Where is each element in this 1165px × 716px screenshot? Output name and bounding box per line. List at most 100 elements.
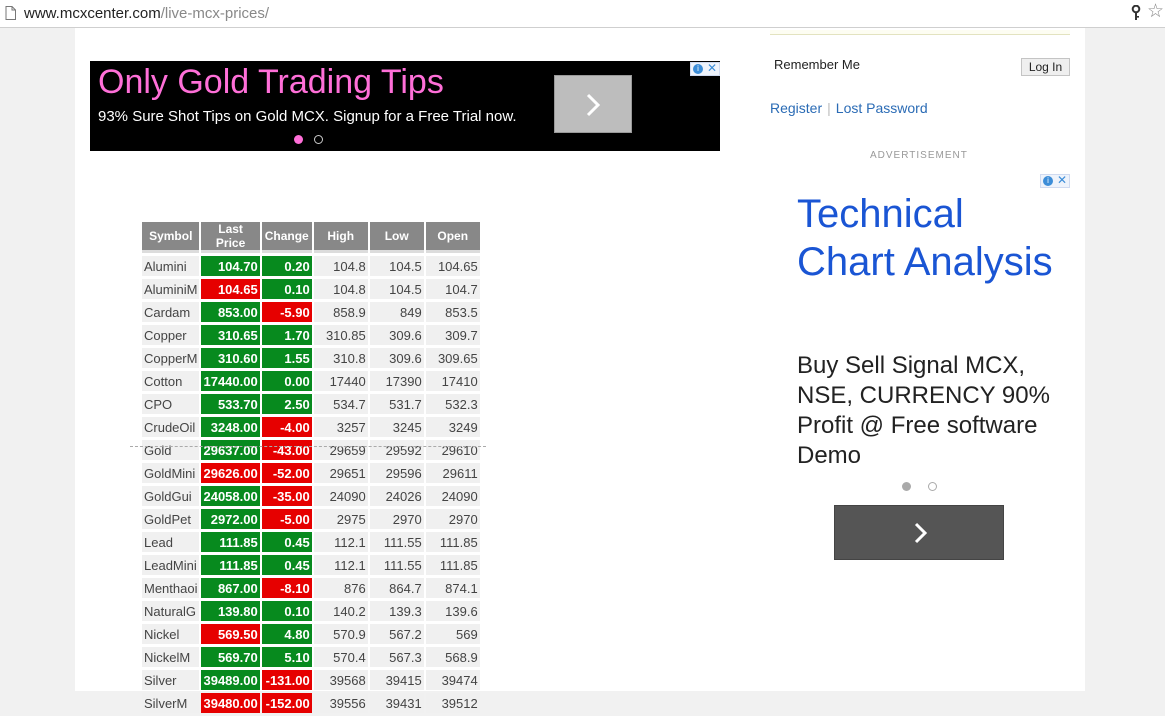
symbol-cell: CPO: [142, 394, 200, 414]
table-header-row: Symbol Last Price Change High Low Open: [142, 222, 480, 253]
open-cell: 111.85: [425, 532, 480, 552]
change-cell: -5.00: [261, 509, 312, 529]
lost-password-link[interactable]: Lost Password: [836, 100, 928, 116]
last-price-cell: 111.85: [201, 532, 260, 552]
table-row: GoldMini 29626.00 -52.00 29651 29596 29611: [142, 463, 480, 483]
high-cell: 570.4: [313, 647, 368, 667]
bookmark-star-icon[interactable]: ☆: [1147, 2, 1164, 22]
change-cell: -52.00: [261, 463, 312, 483]
table-row: Cotton 17440.00 0.00 17440 17390 17410: [142, 371, 480, 391]
open-cell: 532.3: [425, 394, 480, 414]
high-cell: 112.1: [313, 555, 368, 575]
ad-next-button[interactable]: [554, 75, 632, 133]
open-cell: 104.7: [425, 279, 480, 299]
table-row: NaturalG 139.80 0.10 140.2 139.3 139.6: [142, 601, 480, 621]
low-cell: 567.2: [369, 624, 424, 644]
last-price-cell: 29626.00: [201, 463, 260, 483]
symbol-cell: Cardam: [142, 302, 200, 322]
account-links: Register | Lost Password: [770, 100, 928, 116]
col-header-high: High: [313, 222, 368, 253]
low-cell: 104.5: [369, 256, 424, 276]
register-link[interactable]: Register: [770, 100, 822, 116]
last-price-cell: 867.00: [201, 578, 260, 598]
low-cell: 39415: [369, 670, 424, 690]
top-banner-ad[interactable]: Only Gold Trading Tips 93% Sure Shot Tip…: [90, 61, 720, 151]
last-price-cell: 569.50: [201, 624, 260, 644]
col-header-last-price: Last Price: [201, 222, 260, 253]
carousel-dot[interactable]: [928, 482, 937, 491]
url-domain: www.mcxcenter.com: [24, 5, 161, 22]
chevron-right-icon: [586, 93, 601, 117]
log-in-button[interactable]: Log In: [1021, 58, 1070, 76]
low-cell: 111.55: [369, 532, 424, 552]
last-price-cell: 853.00: [201, 302, 260, 322]
table-row: Silver 39489.00 -131.00 39568 39415 39474: [142, 670, 480, 690]
table-row: NickelM 569.70 5.10 570.4 567.3 568.9: [142, 647, 480, 667]
high-cell: 2975: [313, 509, 368, 529]
last-price-cell: 139.80: [201, 601, 260, 621]
adchoices-icon[interactable]: i ✕: [690, 61, 720, 76]
open-cell: 853.5: [425, 302, 480, 322]
change-cell: -131.00: [261, 670, 312, 690]
high-cell: 39556: [313, 693, 368, 713]
side-ad-body[interactable]: Buy Sell Signal MCX, NSE, CURRENCY 90% P…: [797, 351, 1067, 471]
symbol-cell: Silver: [142, 670, 200, 690]
low-cell: 567.3: [369, 647, 424, 667]
link-separator: |: [827, 100, 831, 116]
table-row: Menthaoi 867.00 -8.10 876 864.7 874.1: [142, 578, 480, 598]
adchoices-icon[interactable]: i ✕: [1040, 173, 1070, 188]
high-cell: 29659: [313, 440, 368, 460]
advertisement-label: ADVERTISEMENT: [870, 150, 968, 161]
open-cell: 24090: [425, 486, 480, 506]
open-cell: 3249: [425, 417, 480, 437]
last-price-cell: 533.70: [201, 394, 260, 414]
side-ad-next-button[interactable]: [834, 505, 1004, 560]
key-icon[interactable]: [1131, 5, 1141, 21]
side-ad-headline[interactable]: Technical Chart Analysis: [797, 190, 1057, 286]
table-row: Lead 111.85 0.45 112.1 111.55 111.85: [142, 532, 480, 552]
side-ad[interactable]: Technical Chart Analysis Buy Sell Signal…: [780, 173, 1070, 573]
url-text[interactable]: www.mcxcenter.com/live-mcx-prices/: [24, 5, 269, 22]
low-cell: 849: [369, 302, 424, 322]
table-row: Cardam 853.00 -5.90 858.9 849 853.5: [142, 302, 480, 322]
low-cell: 3245: [369, 417, 424, 437]
change-cell: 0.10: [261, 601, 312, 621]
change-cell: 4.80: [261, 624, 312, 644]
symbol-cell: GoldMini: [142, 463, 200, 483]
address-bar[interactable]: www.mcxcenter.com/live-mcx-prices/ ☆: [0, 0, 1165, 28]
remember-me-label[interactable]: Remember Me: [774, 57, 860, 72]
high-cell: 570.9: [313, 624, 368, 644]
symbol-cell: NickelM: [142, 647, 200, 667]
last-price-cell: 17440.00: [201, 371, 260, 391]
symbol-cell: NaturalG: [142, 601, 200, 621]
ad-headline[interactable]: Only Gold Trading Tips: [98, 63, 444, 102]
change-cell: 1.70: [261, 325, 312, 345]
high-cell: 858.9: [313, 302, 368, 322]
ad-subtext[interactable]: 93% Sure Shot Tips on Gold MCX. Signup f…: [98, 108, 517, 125]
open-cell: 309.7: [425, 325, 480, 345]
open-cell: 874.1: [425, 578, 480, 598]
low-cell: 531.7: [369, 394, 424, 414]
carousel-dot-active[interactable]: [902, 482, 911, 491]
open-cell: 29610: [425, 440, 480, 460]
open-cell: 39474: [425, 670, 480, 690]
chevron-right-icon: [914, 522, 928, 544]
open-cell: 568.9: [425, 647, 480, 667]
open-cell: 309.65: [425, 348, 480, 368]
change-cell: 1.55: [261, 348, 312, 368]
low-cell: 139.3: [369, 601, 424, 621]
symbol-cell: Alumini: [142, 256, 200, 276]
login-field-edge: [770, 30, 1070, 35]
symbol-cell: GoldPet: [142, 509, 200, 529]
carousel-dot[interactable]: [314, 135, 323, 144]
last-price-cell: 39480.00: [201, 693, 260, 713]
table-row: Alumini 104.70 0.20 104.8 104.5 104.65: [142, 256, 480, 276]
low-cell: 111.55: [369, 555, 424, 575]
open-cell: 569: [425, 624, 480, 644]
carousel-dot-active[interactable]: [294, 135, 303, 144]
high-cell: 104.8: [313, 279, 368, 299]
low-cell: 29596: [369, 463, 424, 483]
low-cell: 309.6: [369, 325, 424, 345]
table-row: Copper 310.65 1.70 310.85 309.6 309.7: [142, 325, 480, 345]
table-row: CopperM 310.60 1.55 310.8 309.6 309.65: [142, 348, 480, 368]
